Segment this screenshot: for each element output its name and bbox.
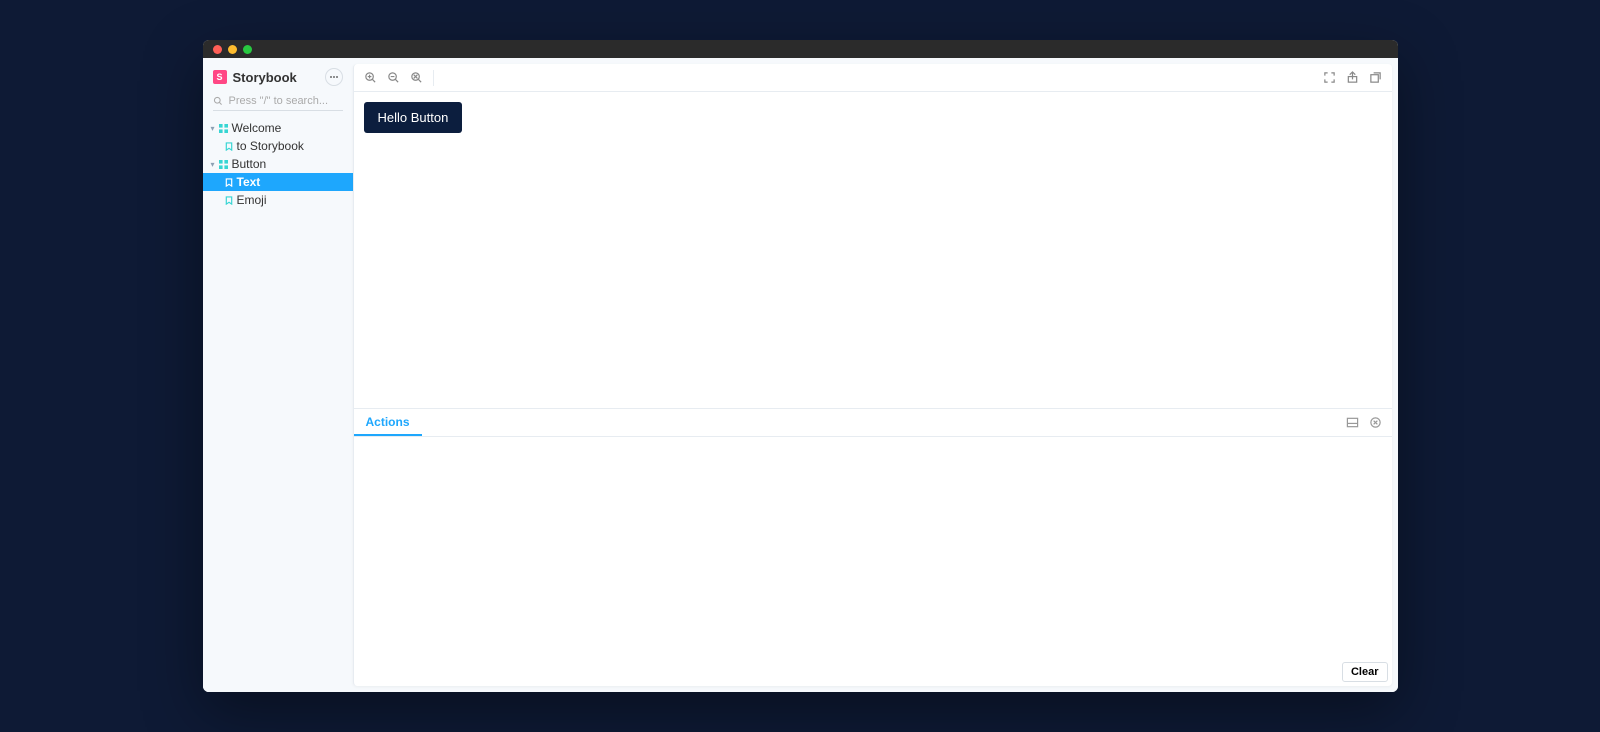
clear-actions-button[interactable]: Clear [1342,662,1388,682]
zoom-reset-icon[interactable] [410,71,423,84]
search-icon [213,96,223,106]
window-minimize-dot[interactable] [228,45,237,54]
zoom-in-icon[interactable] [364,71,377,84]
search-input[interactable] [229,95,343,107]
toolbar-separator [433,70,434,86]
caret-down-icon: ▾ [209,124,217,133]
close-panel-icon[interactable] [1369,416,1382,429]
tree-group-welcome[interactable]: ▾ Welcome [203,119,353,137]
window-close-dot[interactable] [213,45,222,54]
addons-body: Clear [354,437,1392,686]
bookmark-icon [225,196,233,205]
preview-toolbar [354,64,1392,92]
brand: S Storybook [213,70,297,85]
story-canvas: Hello Button [354,92,1392,408]
search[interactable] [213,92,343,111]
component-icon [219,124,228,133]
sidebar-header: S Storybook [203,64,353,92]
toolbar-left [364,70,434,86]
fullscreen-icon[interactable] [1323,71,1336,84]
sidebar-menu-button[interactable] [325,68,343,86]
addons-tabs: Actions [354,409,1392,437]
tree-story-label: Text [237,175,261,189]
tree-story-text[interactable]: Text [203,173,353,191]
bookmark-icon [225,142,233,151]
hello-button[interactable]: Hello Button [364,102,463,133]
mac-titlebar [203,40,1398,58]
app-body: S Storybook ▾ [203,58,1398,692]
story-tree: ▾ Welcome to Storybook ▾ [203,119,353,209]
tree-group-label: Welcome [232,121,282,135]
tree-story-to-storybook[interactable]: to Storybook [203,137,353,155]
tree-story-emoji[interactable]: Emoji [203,191,353,209]
brand-title: Storybook [233,70,297,85]
tree-group-label: Button [232,157,267,171]
caret-down-icon: ▾ [209,160,217,169]
share-icon[interactable] [1346,71,1359,84]
toolbar-right [1323,71,1382,84]
tree-story-label: Emoji [237,193,267,207]
sidebar: S Storybook ▾ [203,58,353,692]
search-wrap [203,92,353,119]
open-external-icon[interactable] [1369,71,1382,84]
bookmark-icon [225,178,233,187]
tab-actions[interactable]: Actions [354,409,422,436]
panel-position-icon[interactable] [1346,416,1359,429]
zoom-out-icon[interactable] [387,71,400,84]
main-panel: Hello Button Actions [353,64,1392,686]
addons-panel: Actions Clear [354,408,1392,686]
window-zoom-dot[interactable] [243,45,252,54]
component-icon [219,160,228,169]
tree-story-label: to Storybook [237,139,304,153]
tree-group-button[interactable]: ▾ Button [203,155,353,173]
storybook-logo-icon: S [213,70,227,84]
app-window: S Storybook ▾ [203,40,1398,692]
